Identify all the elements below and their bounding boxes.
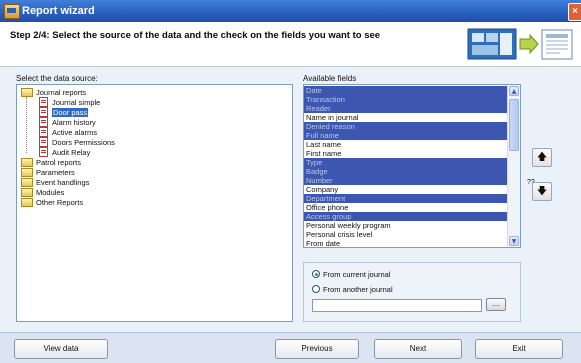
exit-button[interactable]: Exit (475, 339, 563, 359)
next-button[interactable]: Next (374, 339, 462, 359)
arrow-down-icon: 🡇 (536, 186, 548, 197)
report-icon (39, 117, 48, 128)
folder-icon (21, 177, 33, 187)
data-source-label: Select the data source: (16, 74, 98, 83)
scroll-up-icon[interactable]: ▲ (509, 86, 519, 96)
move-up-button[interactable]: 🡅 (532, 148, 552, 167)
tree-item-label: Doors Permissions (52, 138, 115, 147)
report-icon (39, 127, 48, 138)
current-journal-label: From current journal (323, 270, 391, 279)
radio-another-journal[interactable]: From another journal (312, 285, 393, 294)
folder-icon (21, 167, 33, 177)
tree-item-label: Patrol reports (36, 158, 82, 167)
journal-source-group: From current journal From another journa… (303, 262, 521, 322)
folder-icon (21, 187, 33, 197)
app-icon (4, 4, 20, 19)
tree-item-label: Parameters (36, 168, 75, 177)
folder-icon (21, 87, 33, 97)
field-item[interactable]: Reader (304, 104, 507, 113)
tree-item-label: Audit Relay (52, 148, 91, 157)
tree-item-label: Other Reports (36, 198, 84, 207)
tree-item-label: Door pass (52, 108, 89, 117)
field-item[interactable]: Department (304, 194, 507, 203)
folder-icon (21, 157, 33, 167)
tree-item-report[interactable]: Audit Relay (39, 147, 91, 158)
close-icon[interactable]: × (568, 3, 581, 21)
wizard-illustration-icon (467, 28, 573, 60)
radio-unselected-icon (312, 285, 320, 294)
available-fields-label: Available fields (303, 74, 357, 83)
move-down-button[interactable]: 🡇 (532, 182, 552, 201)
footer-bar: View data Previous Next Exit (0, 332, 581, 363)
wizard-header: Step 2/4: Select the source of the data … (0, 22, 581, 67)
another-journal-label: From another journal (323, 285, 393, 294)
tree-item-report[interactable]: Doors Permissions (39, 137, 115, 148)
tree-item-label: Modules (36, 188, 65, 197)
fields-scrollbar[interactable]: ▲ ▼ (507, 85, 520, 247)
report-icon (39, 97, 48, 108)
tree-item-label: Active alarms (52, 128, 98, 137)
previous-button[interactable]: Previous (275, 339, 359, 359)
tree-item-folder[interactable]: Parameters (21, 167, 75, 178)
field-item[interactable]: Denied reason (304, 122, 507, 131)
field-item[interactable]: Company (304, 185, 507, 194)
tree-item-folder[interactable]: Event handlings (21, 177, 90, 188)
field-item[interactable]: Office phone (304, 203, 507, 212)
view-data-button[interactable]: View data (14, 339, 108, 359)
window-title: Report wizard (22, 5, 95, 17)
tree-item-folder[interactable]: Journal reports (21, 87, 87, 98)
tree-item-folder[interactable]: Modules (21, 187, 65, 198)
tree-item-report[interactable]: Journal simple (39, 97, 101, 108)
field-item[interactable]: Full name (304, 131, 507, 140)
field-item[interactable]: Name in journal (304, 113, 507, 122)
tree-item-label: Journal reports (36, 88, 87, 97)
report-icon (39, 107, 48, 118)
field-item[interactable]: Personal crisis level (304, 230, 507, 239)
field-item[interactable]: Badge (304, 167, 507, 176)
tree-connector (26, 97, 27, 153)
field-item[interactable]: From date (304, 239, 507, 247)
available-fields-list[interactable]: Date Transaction Reader Name in journal Deni… (303, 84, 521, 248)
tree-item-label: Journal simple (52, 98, 101, 107)
field-item[interactable]: Transaction (304, 95, 507, 104)
field-item[interactable]: First name (304, 149, 507, 158)
tree-item-folder[interactable]: Patrol reports (21, 157, 82, 168)
radio-selected-icon (312, 270, 320, 279)
field-item[interactable]: Type (304, 158, 507, 167)
folder-icon (21, 197, 33, 207)
field-item[interactable]: Number (304, 176, 507, 185)
arrow-up-icon: 🡅 (536, 152, 548, 163)
field-item[interactable]: Personal weekly program (304, 221, 507, 230)
browse-button[interactable]: ... (486, 298, 506, 311)
tree-item-label: Alarm history (52, 118, 96, 127)
field-item[interactable]: Date (304, 86, 507, 95)
tree-item-label: Event handlings (36, 178, 90, 187)
field-item[interactable]: Last name (304, 140, 507, 149)
field-item[interactable]: Access group (304, 212, 507, 221)
title-bar[interactable]: Report wizard × (0, 0, 581, 22)
journal-path-input[interactable] (312, 299, 482, 312)
scroll-thumb[interactable] (509, 99, 519, 151)
report-icon (39, 147, 48, 158)
tree-item-folder[interactable]: Other Reports (21, 197, 84, 208)
scroll-down-icon[interactable]: ▼ (509, 236, 519, 246)
step-instructions: Step 2/4: Select the source of the data … (10, 30, 381, 41)
report-wizard-window: Report wizard × Step 2/4: Select the sou… (0, 0, 581, 363)
data-source-tree[interactable]: Journal reports Journal simple Door pass Al… (16, 84, 293, 322)
report-icon (39, 137, 48, 148)
radio-current-journal[interactable]: From current journal (312, 270, 391, 279)
